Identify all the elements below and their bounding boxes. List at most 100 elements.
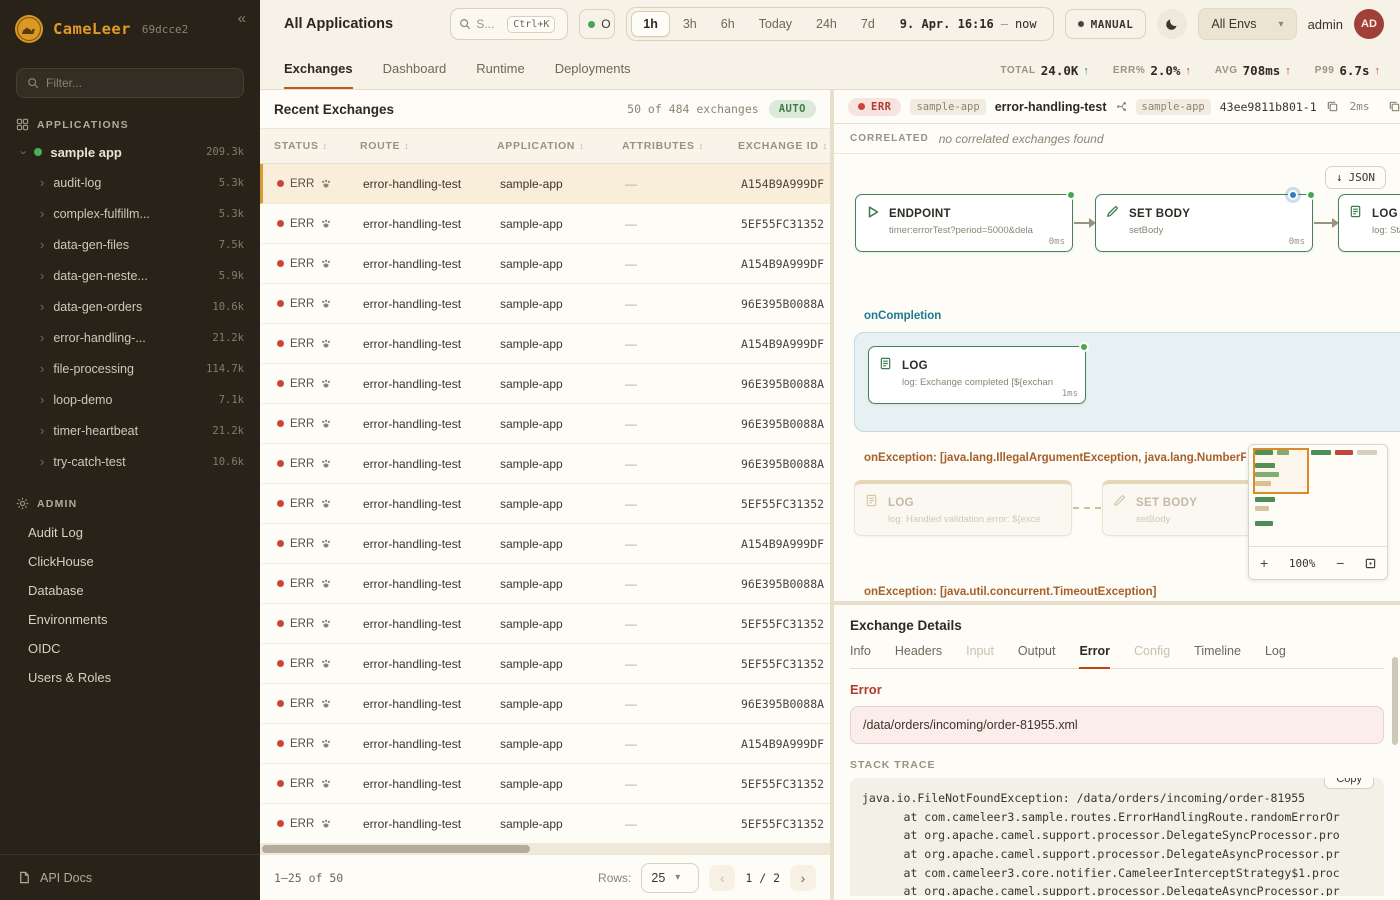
paw-icon <box>320 218 332 230</box>
node-duration: 0ms <box>1289 237 1305 247</box>
attributes-cell: — <box>625 657 741 671</box>
flow-canvas[interactable]: ↓ JSON ENDPOINT timer:errorTest?period=5… <box>834 154 1400 601</box>
table-row[interactable]: ERRerror-handling-testsample-app—96E395B… <box>260 284 830 324</box>
dark-mode-toggle[interactable] <box>1157 9 1187 39</box>
detail-tab-timeline[interactable]: Timeline <box>1194 644 1241 669</box>
sidebar-route-data-gen-files[interactable]: ›data-gen-files7.5k <box>0 229 260 260</box>
manual-mode-button[interactable]: MANUAL <box>1065 9 1147 39</box>
range-button-24h[interactable]: 24h <box>805 11 848 37</box>
flow-node-exception-log[interactable]: LOG log: Handled validation error: ${exc… <box>854 480 1072 536</box>
sidebar-route-error-handling[interactable]: ›error-handling-...21.2k <box>0 322 260 353</box>
sidebar-item-users-roles[interactable]: Users & Roles <box>0 663 260 692</box>
range-button-7d[interactable]: 7d <box>850 11 886 37</box>
column-header-status[interactable]: STATUS↕ <box>274 140 360 152</box>
range-button-3h[interactable]: 3h <box>672 11 708 37</box>
flow-node-endpoint[interactable]: ENDPOINT timer:errorTest?period=5000&del… <box>855 194 1073 252</box>
tab-runtime[interactable]: Runtime <box>476 61 524 89</box>
flow-node-setbody[interactable]: SET BODY setBody 0ms <box>1095 194 1313 252</box>
minimap-canvas[interactable] <box>1249 445 1387 547</box>
collapse-sidebar-button[interactable]: « <box>238 10 246 27</box>
detail-tab-log[interactable]: Log <box>1265 644 1286 669</box>
column-header-attributes[interactable]: ATTRIBUTES↕ <box>622 140 738 152</box>
table-row[interactable]: ERRerror-handling-testsample-app—5EF55FC… <box>260 484 830 524</box>
table-row[interactable]: ERRerror-handling-testsample-app—5EF55FC… <box>260 764 830 804</box>
range-button-today[interactable]: Today <box>748 11 803 37</box>
zoom-out-button[interactable]: − <box>1336 555 1344 571</box>
detail-tab-output[interactable]: Output <box>1018 644 1056 669</box>
attributes-cell: — <box>625 297 741 311</box>
flow-node-log[interactable]: LOG log: Sta <box>1338 194 1400 252</box>
stat-label: TOTAL <box>1000 65 1035 76</box>
table-row[interactable]: ERRerror-handling-testsample-app—5EF55FC… <box>260 604 830 644</box>
detail-tab-headers[interactable]: Headers <box>895 644 942 669</box>
table-row[interactable]: ERRerror-handling-testsample-app—5EF55FC… <box>260 204 830 244</box>
avatar[interactable]: AD <box>1354 9 1384 39</box>
sidebar-route-data-gen-neste[interactable]: ›data-gen-neste...5.9k <box>0 260 260 291</box>
sidebar-route-timer-heartbeat[interactable]: ›timer-heartbeat21.2k <box>0 415 260 446</box>
filter-input[interactable] <box>46 76 233 90</box>
table-row[interactable]: ERRerror-handling-testsample-app—96E395B… <box>260 444 830 484</box>
detail-tab-info[interactable]: Info <box>850 644 871 669</box>
table-row[interactable]: ERRerror-handling-testsample-app—A154B9A… <box>260 324 830 364</box>
auto-refresh-badge[interactable]: AUTO <box>769 100 816 118</box>
detail-tab-config[interactable]: Config <box>1134 644 1170 669</box>
tab-dashboard[interactable]: Dashboard <box>383 61 447 89</box>
detail-tab-input[interactable]: Input <box>966 644 994 669</box>
table-row[interactable]: ERRerror-handling-testsample-app—96E395B… <box>260 564 830 604</box>
download-json-button[interactable]: ↓ JSON <box>1325 166 1386 189</box>
sidebar-item-database[interactable]: Database <box>0 576 260 605</box>
copy-exchange-icon[interactable] <box>1388 100 1400 113</box>
table-row[interactable]: ERRerror-handling-testsample-app—96E395B… <box>260 364 830 404</box>
sidebar-route-loop-demo[interactable]: ›loop-demo7.1k <box>0 384 260 415</box>
range-button-6h[interactable]: 6h <box>710 11 746 37</box>
copy-stack-button[interactable]: Copy <box>1324 778 1374 789</box>
api-docs-link[interactable]: API Docs <box>0 854 260 900</box>
table-row[interactable]: ERRerror-handling-testsample-app—5EF55FC… <box>260 804 830 844</box>
previous-page-button[interactable]: ‹ <box>709 865 735 891</box>
scrollbar-thumb[interactable] <box>262 845 530 853</box>
sidebar-route-try-catch-test[interactable]: ›try-catch-test10.6k <box>0 446 260 477</box>
zoom-fit-button[interactable] <box>1365 558 1376 569</box>
sidebar-route-audit-log[interactable]: ›audit-log5.3k <box>0 167 260 198</box>
table-row[interactable]: ERRerror-handling-testsample-app—96E395B… <box>260 404 830 444</box>
table-row[interactable]: ERRerror-handling-testsample-app—A154B9A… <box>260 164 830 204</box>
date-range-button[interactable]: 9. Apr. 16:16 — now <box>888 17 1049 31</box>
live-toggle[interactable]: O <box>579 9 615 39</box>
minimap-viewport[interactable] <box>1253 448 1309 494</box>
sidebar-item-oidc[interactable]: OIDC <box>0 634 260 663</box>
table-row[interactable]: ERRerror-handling-testsample-app—A154B9A… <box>260 524 830 564</box>
next-page-button[interactable]: › <box>790 865 816 891</box>
detail-tab-error[interactable]: Error <box>1079 644 1110 669</box>
sidebar-item-environments[interactable]: Environments <box>0 605 260 634</box>
rows-per-page-select[interactable]: 25 ▾ <box>641 863 699 893</box>
tab-exchanges[interactable]: Exchanges <box>284 61 353 89</box>
search-input[interactable] <box>476 17 502 31</box>
tab-deployments[interactable]: Deployments <box>555 61 631 89</box>
global-search[interactable]: Ctrl+K <box>450 8 568 40</box>
sidebar-route-data-gen-orders[interactable]: ›data-gen-orders10.6k <box>0 291 260 322</box>
copy-id-icon[interactable] <box>1326 100 1339 113</box>
horizontal-scrollbar[interactable] <box>260 844 830 854</box>
sidebar-item-sample-app[interactable]: › sample app 209.3k <box>0 137 260 167</box>
column-header-application[interactable]: APPLICATION↕ <box>497 140 622 152</box>
table-row[interactable]: ERRerror-handling-testsample-app—A154B9A… <box>260 244 830 284</box>
application-cell: sample-app <box>500 377 625 391</box>
column-header-exchange-id[interactable]: EXCHANGE ID↕ <box>738 140 830 152</box>
route-count: 10.6k <box>212 301 244 313</box>
environment-select[interactable]: All Envs ▾ <box>1198 8 1296 40</box>
table-row[interactable]: ERRerror-handling-testsample-app—5EF55FC… <box>260 644 830 684</box>
flow-node-completion-log[interactable]: LOG log: Exchange completed [${exchan 1m… <box>868 346 1086 404</box>
route-count: 10.6k <box>212 456 244 468</box>
zoom-in-button[interactable]: + <box>1260 555 1268 571</box>
manual-dot-icon <box>1078 21 1084 27</box>
range-button-1h[interactable]: 1h <box>631 11 670 37</box>
column-header-route[interactable]: ROUTE↕ <box>360 140 497 152</box>
details-scrollbar[interactable] <box>1392 657 1398 745</box>
sidebar-item-audit-log[interactable]: Audit Log <box>0 518 260 547</box>
table-row[interactable]: ERRerror-handling-testsample-app—A154B9A… <box>260 724 830 764</box>
sidebar-item-clickhouse[interactable]: ClickHouse <box>0 547 260 576</box>
sidebar-route-complex-fulfillm[interactable]: ›complex-fulfillm...5.3k <box>0 198 260 229</box>
table-row[interactable]: ERRerror-handling-testsample-app—96E395B… <box>260 684 830 724</box>
flow-minimap[interactable]: + 100% − <box>1248 444 1388 580</box>
sidebar-route-file-processing[interactable]: ›file-processing114.7k <box>0 353 260 384</box>
